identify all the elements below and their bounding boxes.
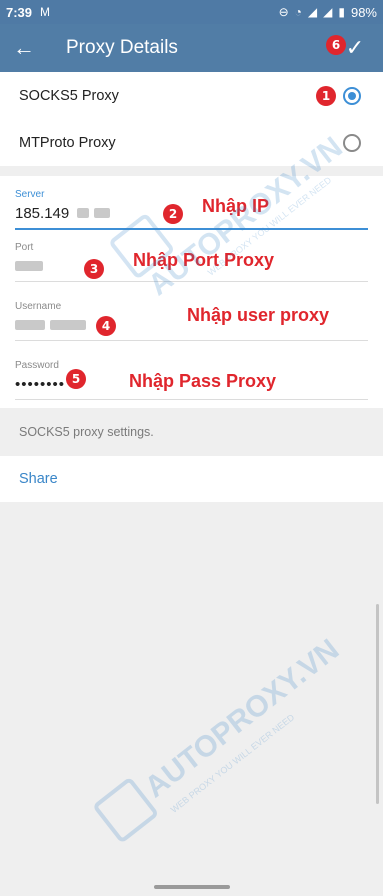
proxy-type-label: MTProto Proxy xyxy=(19,134,116,151)
step-badge-6: 6 xyxy=(326,35,346,55)
battery-icon: ▮ xyxy=(338,5,345,19)
password-underline xyxy=(15,399,368,400)
password-value: •••••••• xyxy=(15,375,66,393)
arrow-left-icon[interactable]: ← xyxy=(0,24,48,72)
step-badge-3: 3 xyxy=(84,259,104,279)
gmail-icon: M xyxy=(40,5,51,19)
blurred-text xyxy=(15,261,43,271)
minus-circle-icon: ⊖ xyxy=(278,5,289,19)
username-underline xyxy=(15,340,368,341)
watermark-brand: AUTOPROXY.VN xyxy=(138,632,346,805)
step-badge-5: 5 xyxy=(66,369,86,389)
wifi-icon: ◔ xyxy=(294,5,302,19)
blurred-text xyxy=(77,208,90,218)
scrollbar[interactable] xyxy=(376,604,379,804)
share-button[interactable]: Share xyxy=(19,471,58,487)
watermark: AUTOPROXY.VN WEB PROXY YOU WILL EVER NEE… xyxy=(92,627,356,851)
server-value: 185.149 xyxy=(15,204,70,222)
home-indicator[interactable] xyxy=(154,885,230,889)
battery-percent: 98% xyxy=(350,4,377,20)
password-label: Password xyxy=(15,360,59,371)
share-card: Share xyxy=(0,456,383,502)
proxy-settings-hint: SOCKS5 proxy settings. xyxy=(0,408,383,454)
page-title: Proxy Details xyxy=(66,37,178,58)
status-time: 7:39 xyxy=(6,4,33,20)
signal-icon: ◢ xyxy=(307,5,318,19)
blurred-text xyxy=(94,208,111,218)
annotation-password: Nhập Pass Proxy xyxy=(129,371,277,391)
blurred-text xyxy=(50,320,86,330)
signal-icon-2: ◢ xyxy=(323,5,333,19)
proxy-type-label: SOCKS5 Proxy xyxy=(19,87,119,104)
step-badge-4: 4 xyxy=(96,316,116,336)
blurred-text xyxy=(15,320,45,330)
annotation-username: Nhập user proxy xyxy=(187,305,330,325)
status-bar: 7:39 M ⊖ ◔ ◢ ◢ ▮ 98% xyxy=(0,0,383,24)
